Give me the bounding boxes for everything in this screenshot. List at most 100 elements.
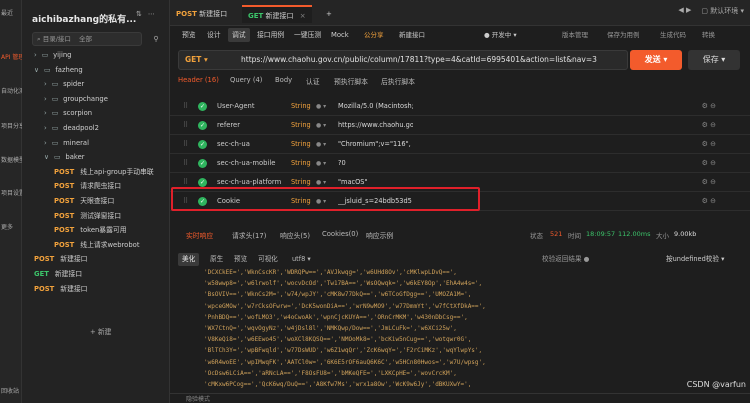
format-visual[interactable]: 可视化 [254, 253, 282, 266]
validate-mode-select[interactable]: 按undefined校验 ▾ [662, 253, 728, 266]
header-type-chevron-icon[interactable]: ● ▾ [316, 154, 326, 173]
chevron-down-icon[interactable]: ∨ [44, 153, 49, 161]
enabled-check-icon[interactable]: ✓ [198, 159, 207, 168]
tab-header[interactable]: Header (16) [178, 76, 219, 84]
row-actions-icon[interactable]: ⚙ ⊖ [702, 197, 716, 205]
tree-folder-item[interactable]: ∨ ▭ fazheng [34, 63, 83, 77]
toolbar-load-test[interactable]: 一键压测 [290, 28, 325, 42]
send-button[interactable]: 发送 ▾ [630, 50, 682, 70]
drag-handle-icon[interactable]: ⠿ [183, 102, 188, 110]
tab-get-new[interactable]: GET 新建接口 × [242, 5, 312, 23]
filter-icon[interactable]: ⚲ [147, 32, 165, 46]
enabled-check-icon[interactable]: ✓ [198, 102, 207, 111]
chevron-right-icon[interactable]: › [34, 51, 37, 59]
drag-handle-icon[interactable]: ⠿ [183, 121, 188, 129]
header-row[interactable]: ⠿ ✓ sec-ch-ua String ● ▾ "Chromium";v="116", … [170, 135, 750, 154]
api-name-input[interactable]: 新建接口 [399, 28, 425, 42]
status-select[interactable]: ● 开发中 ▾ [484, 28, 517, 42]
gen-code-button[interactable]: 生成代码 [660, 28, 686, 42]
header-type[interactable]: String [291, 154, 311, 173]
toolbar-debug[interactable]: 调试 [228, 28, 250, 42]
tab-cookies[interactable]: Cookies(0) [322, 230, 358, 238]
rail-recycle-bin[interactable]: 回收站 [0, 386, 22, 395]
rail-project-settings[interactable]: 项目设置 [0, 188, 22, 197]
encoding-select[interactable]: utf8 ▾ [288, 253, 315, 266]
chevron-right-icon[interactable]: › [44, 95, 47, 103]
save-as-case-button[interactable]: 保存为用例 [607, 28, 640, 42]
header-type[interactable]: String [291, 116, 311, 135]
tree-api-item[interactable]: POST token暴露可用 [54, 223, 127, 237]
response-body[interactable]: 'DCXCkEE=','WknCscKR','WDRQPw==','AVJkwq… [178, 268, 738, 393]
rail-recent[interactable]: 最近 [0, 8, 22, 17]
header-type-chevron-icon[interactable]: ● ▾ [316, 135, 326, 154]
row-actions-icon[interactable]: ⚙ ⊖ [702, 178, 716, 186]
tree-folder-item[interactable]: › ▭ yijing [34, 48, 71, 62]
tree-folder-item[interactable]: › ▭ groupchange [44, 92, 108, 106]
header-row[interactable]: ⠿ ✓ sec-ch-ua-mobile String ● ▾ ?0 ⚙ ⊖ [170, 154, 750, 173]
header-type-chevron-icon[interactable]: ● ▾ [316, 116, 326, 135]
rail-automation-test[interactable]: 自动化测试 [0, 86, 22, 95]
drag-handle-icon[interactable]: ⠿ [183, 178, 188, 186]
tree-folder-item[interactable]: ∨ ▭ baker [44, 150, 85, 164]
chevron-right-icon[interactable]: › [44, 124, 47, 132]
more-icon[interactable]: ⋯ [148, 10, 155, 18]
header-type[interactable]: String [291, 97, 311, 116]
tab-post-script[interactable]: 后执行脚本 [381, 76, 415, 86]
format-raw[interactable]: 原生 [206, 253, 227, 266]
toolbar-design[interactable]: 设计 [203, 28, 225, 42]
header-type[interactable]: String [291, 135, 311, 154]
header-row[interactable]: ⠿ ✓ User-Agent String ● ▾ Mozilla/5.0 (Macint… [170, 97, 750, 116]
share-button[interactable]: 公分享 [364, 28, 384, 42]
new-button[interactable]: + 新建 [90, 326, 111, 336]
header-value[interactable]: ?0 [338, 154, 413, 173]
header-key[interactable]: sec-ch-ua-mobile [217, 154, 275, 173]
header-type-chevron-icon[interactable]: ● ▾ [316, 97, 326, 116]
tab-post-new[interactable]: POST 新建接口 [170, 5, 233, 23]
rail-project-share[interactable]: 项目分享 [0, 121, 22, 130]
header-key[interactable]: User-Agent [217, 97, 254, 116]
chevron-right-icon[interactable]: › [44, 139, 47, 147]
validate-toggle[interactable]: 校验返回结果 ● [538, 253, 593, 266]
tree-api-item[interactable]: POST 新建接口 [34, 252, 87, 266]
chevron-right-icon[interactable]: › [44, 80, 47, 88]
tree-api-item[interactable]: POST 线上请求webrobot [54, 238, 139, 252]
tab-realtime-response[interactable]: 实时响应 [186, 230, 213, 240]
row-actions-icon[interactable]: ⚙ ⊖ [702, 121, 716, 129]
nav-arrows-icon[interactable]: ◀ ▶ [678, 6, 691, 16]
tree-api-item[interactable]: POST 线上api-group手动串联 [54, 165, 154, 179]
env-select[interactable]: ▢ 默认环境 ▾ [701, 6, 744, 16]
save-button[interactable]: 保存 ▾ [688, 50, 740, 70]
tab-response-headers[interactable]: 响应头(5) [280, 230, 310, 240]
header-value[interactable]: https://www.chaohu.go [338, 116, 413, 135]
format-pretty[interactable]: 美化 [178, 253, 200, 266]
enabled-check-icon[interactable]: ✓ [198, 178, 207, 187]
header-value[interactable]: Mozilla/5.0 (Macintosh; I [338, 97, 413, 116]
enabled-check-icon[interactable]: ✓ [198, 121, 207, 130]
drag-handle-icon[interactable]: ⠿ [183, 140, 188, 148]
row-actions-icon[interactable]: ⚙ ⊖ [702, 102, 716, 110]
tree-folder-item[interactable]: › ▭ spider [44, 77, 84, 91]
toolbar-mock[interactable]: Mock [327, 28, 353, 42]
url-input[interactable]: GET ▾ https://www.chaohu.gov.cn/public/c… [178, 50, 628, 70]
mode-label[interactable]: 隐验模式 [186, 394, 210, 403]
close-icon[interactable]: × [300, 12, 306, 20]
sort-icon[interactable]: ⇅ [136, 10, 142, 18]
tree-folder-item[interactable]: › ▭ deadpool2 [44, 121, 99, 135]
tree-api-item[interactable]: GET 新建接口 [34, 267, 82, 281]
tab-request-headers[interactable]: 请求头(17) [232, 230, 266, 240]
tree-api-item[interactable]: POST 新建接口 [34, 282, 87, 296]
toolbar-preview[interactable]: 预览 [178, 28, 200, 42]
enabled-check-icon[interactable]: ✓ [198, 140, 207, 149]
row-actions-icon[interactable]: ⚙ ⊖ [702, 140, 716, 148]
workspace-name[interactable]: aichibazhang的私有... [32, 12, 136, 25]
method-select[interactable]: GET ▾ [185, 51, 208, 69]
header-value[interactable]: "Chromium";v="116", "N [338, 135, 413, 154]
row-actions-icon[interactable]: ⚙ ⊖ [702, 159, 716, 167]
tree-folder-item[interactable]: › ▭ mineral [44, 136, 89, 150]
tree-folder-item[interactable]: › ▭ scorpion [44, 106, 92, 120]
tree-api-item[interactable]: POST 测试弹窗接口 [54, 209, 121, 223]
format-preview[interactable]: 预览 [230, 253, 251, 266]
tree-api-item[interactable]: POST 请求爬虫接口 [54, 179, 121, 193]
rail-api-management[interactable]: API 管理 [0, 52, 22, 61]
tab-query[interactable]: Query (4) [230, 76, 262, 84]
